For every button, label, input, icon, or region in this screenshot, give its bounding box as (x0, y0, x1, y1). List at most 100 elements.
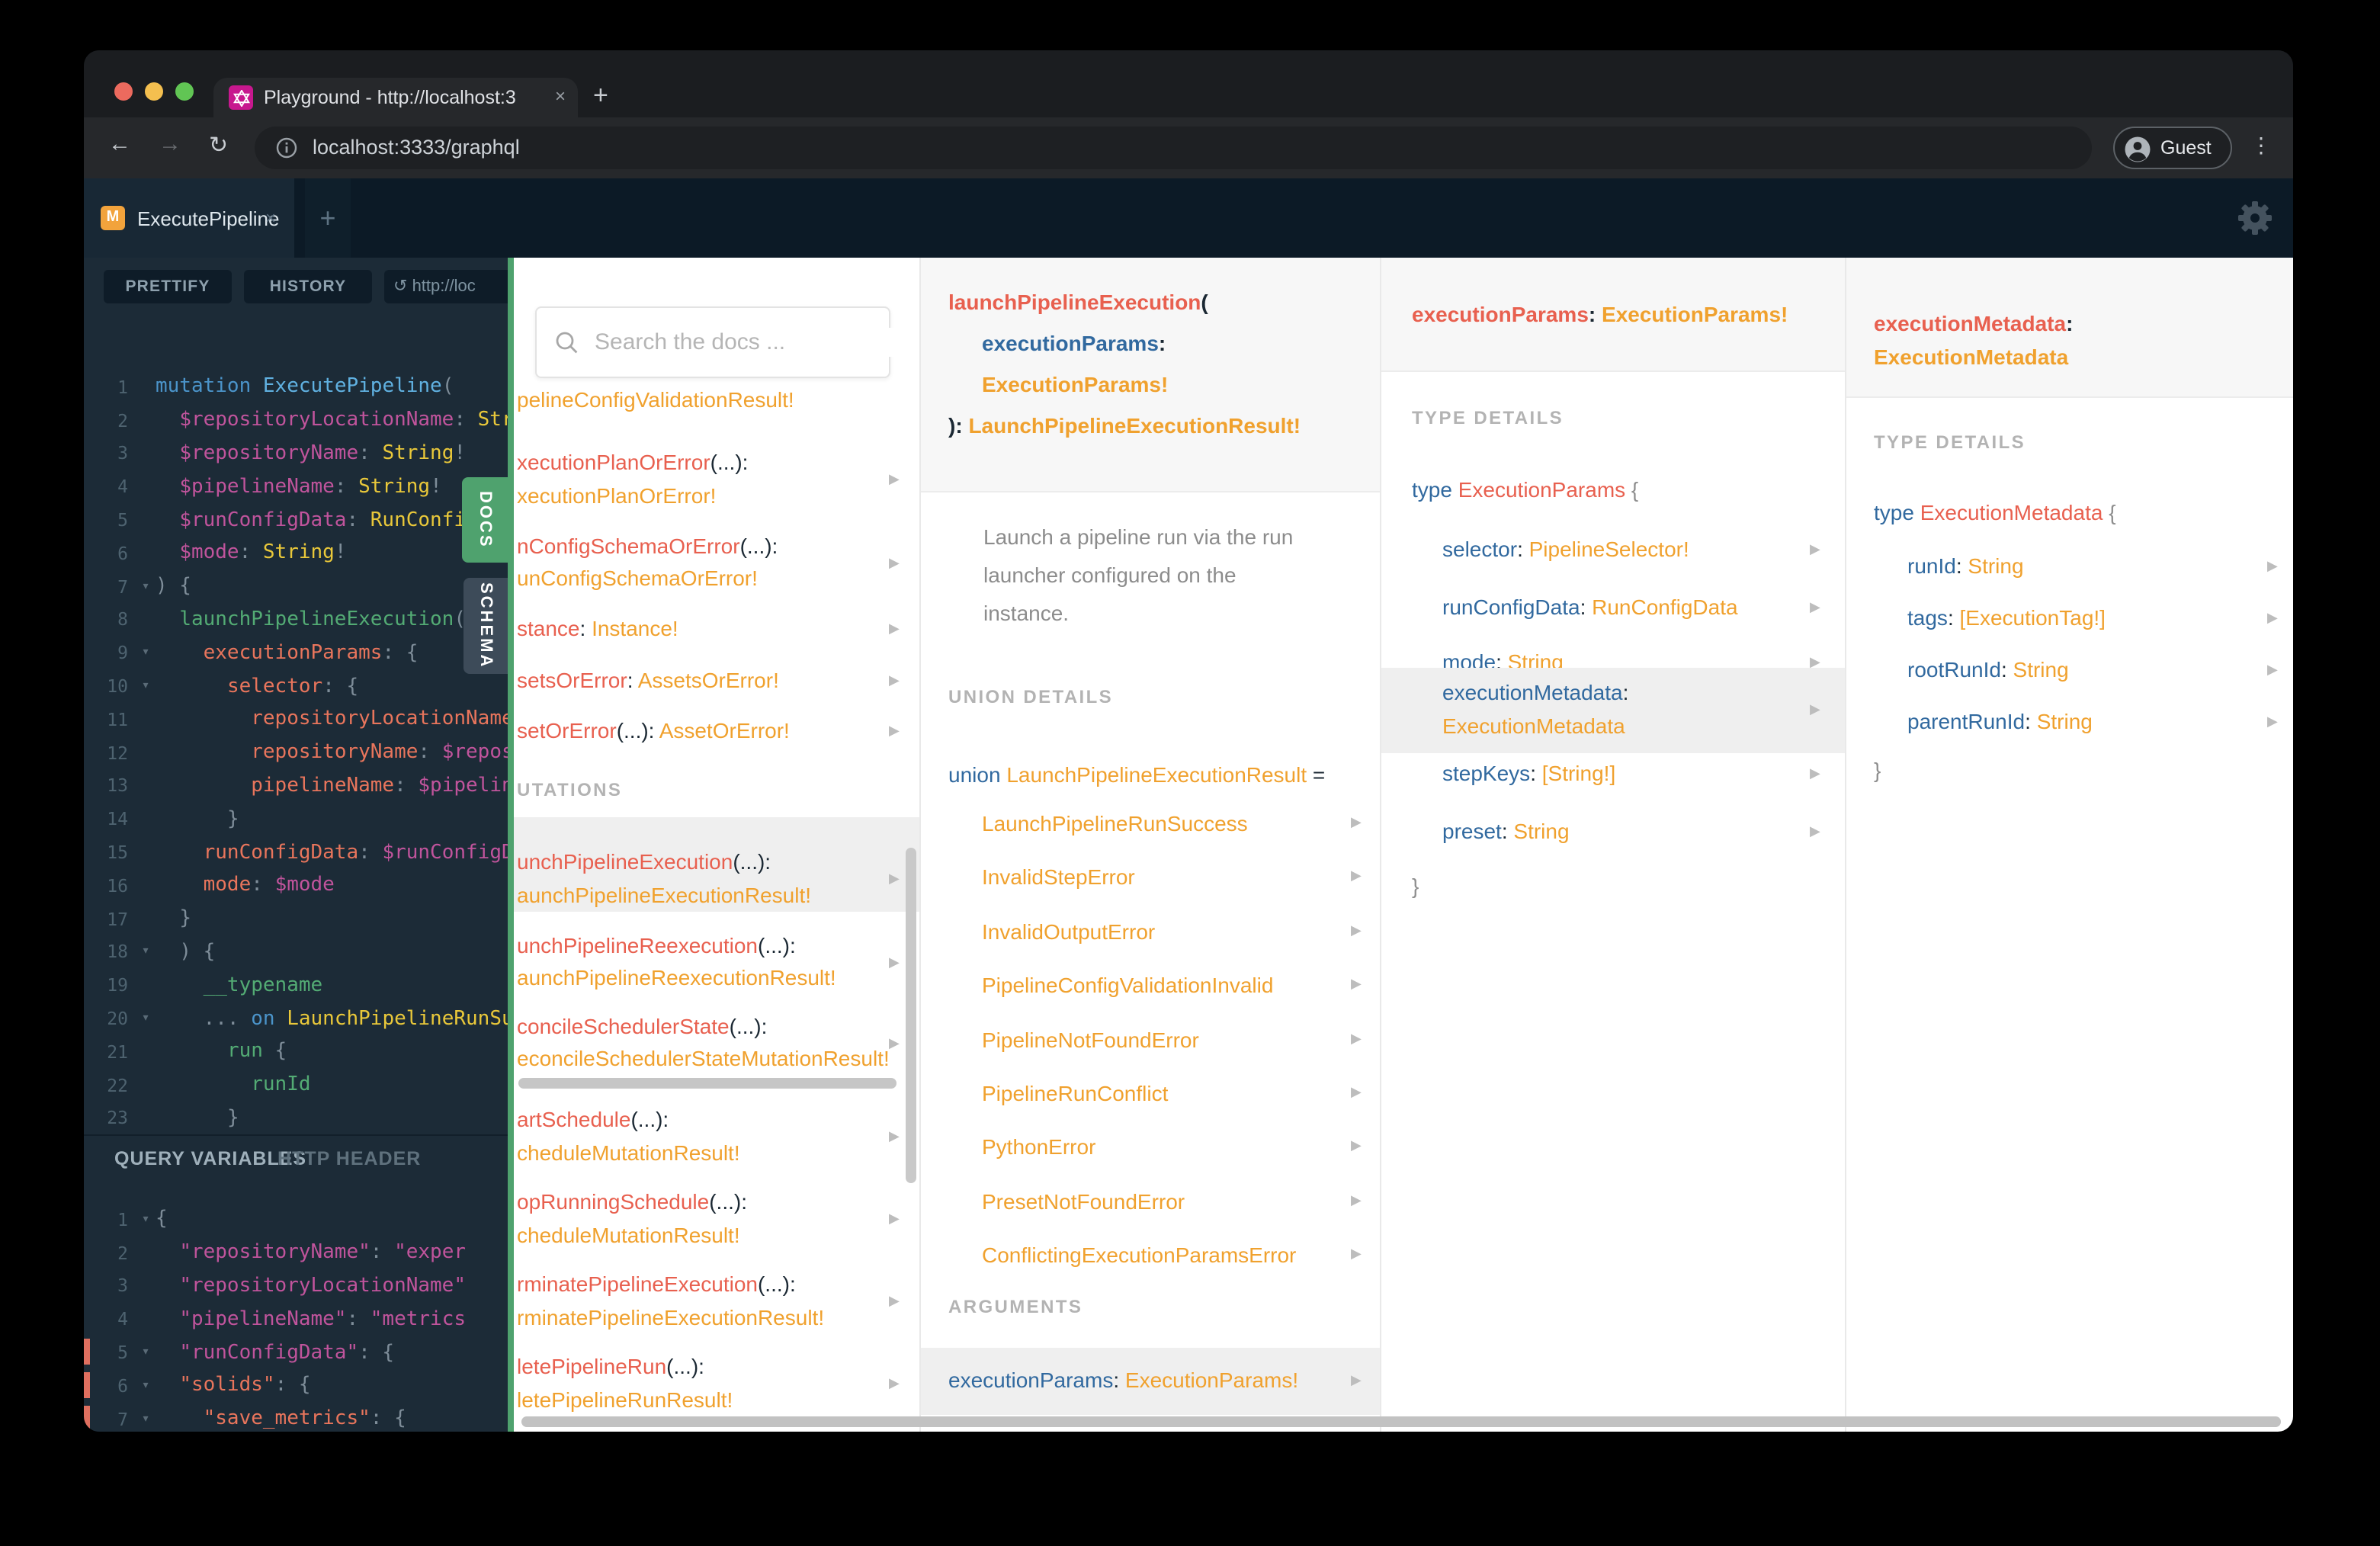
union-member[interactable]: PipelineRunConflict (982, 1078, 1168, 1108)
code-line[interactable]: 3 $repositoryName: String! (84, 437, 508, 470)
tab-docs[interactable]: DOCS (462, 477, 508, 563)
back-button[interactable]: ← (108, 131, 131, 157)
type-field[interactable]: runId: String (1907, 550, 2024, 581)
query-variables-editor[interactable]: 1 ▾{2 "repositoryName": "exper 3 "reposito… (84, 1203, 508, 1432)
settings-gear-icon[interactable] (2238, 201, 2272, 235)
code-line[interactable]: 11 repositoryLocationName: $repositoryLo… (84, 703, 508, 736)
union-member[interactable]: LaunchPipelineRunSuccess (982, 808, 1248, 839)
union-member[interactable]: PresetNotFoundError (982, 1186, 1185, 1217)
history-button[interactable]: HISTORY (244, 270, 372, 303)
endpoint-url-field[interactable]: ↺ http://loc (384, 270, 508, 303)
expand-arrow-icon[interactable]: ▶ (1351, 814, 1362, 831)
code-line[interactable]: 3 "repositoryLocationName" (84, 1269, 508, 1303)
address-bar[interactable]: localhost:3333/graphql (255, 127, 2092, 169)
docs-search-box[interactable] (535, 306, 901, 378)
prettify-button[interactable]: PRETTIFY (104, 270, 232, 303)
expand-arrow-icon[interactable]: ▶ (889, 723, 900, 739)
docs-entry[interactable]: rminatePipelineExecution(...): (517, 1269, 796, 1299)
code-line[interactable]: 7 ▾) { (84, 570, 508, 604)
type-field[interactable]: selector: PipelineSelector! (1442, 534, 1689, 564)
expand-arrow-icon[interactable]: ▶ (2267, 662, 2278, 678)
type-field[interactable]: executionMetadata: (1442, 677, 1628, 707)
inner-horizontal-scrollbar[interactable] (518, 1078, 897, 1089)
zoom-window-button[interactable] (175, 82, 194, 101)
browser-tab[interactable]: Playground - http://localhost:3 × (213, 78, 578, 117)
expand-arrow-icon[interactable]: ▶ (1810, 765, 1820, 782)
docs-entry[interactable]: artSchedule(...): (517, 1104, 669, 1134)
close-window-button[interactable] (114, 82, 133, 101)
code-line[interactable]: 10 ▾ selector: { (84, 669, 508, 703)
type-field[interactable]: stepKeys: [String!] (1442, 758, 1615, 788)
type-field[interactable]: ExecutionMetadata (1442, 710, 1625, 741)
expand-arrow-icon[interactable]: ▶ (889, 1211, 900, 1227)
tab-http-headers[interactable]: HTTP HEADER (277, 1148, 421, 1169)
code-line[interactable]: 17 } (84, 903, 508, 936)
graphql-query-editor[interactable]: 1 mutation ExecutePipeline(2 $repositoryL… (84, 370, 508, 1134)
expand-arrow-icon[interactable]: ▶ (2267, 714, 2278, 730)
expand-arrow-icon[interactable]: ▶ (2267, 558, 2278, 575)
expand-arrow-icon[interactable]: ▶ (1351, 1192, 1362, 1209)
docs-entry[interactable]: letePipelineRunResult! (517, 1384, 733, 1415)
argument-row[interactable]: executionParams: ExecutionParams! (948, 1365, 1298, 1395)
expand-arrow-icon[interactable]: ▶ (889, 1375, 900, 1392)
new-tab-button[interactable]: + (593, 81, 608, 111)
expand-arrow-icon[interactable]: ▶ (1351, 1372, 1362, 1389)
docs-entry[interactable]: cheduleMutationResult! (517, 1220, 740, 1250)
expand-arrow-icon[interactable]: ▶ (1351, 976, 1362, 993)
playground-tab[interactable]: M ExecutePipeline × (84, 178, 294, 258)
docs-entry[interactable]: unConfigSchemaOrError! (517, 563, 758, 593)
tab-schema[interactable]: SCHEMA (463, 578, 508, 674)
profile-button[interactable]: Guest (2113, 127, 2232, 169)
docs-entry[interactable]: nConfigSchemaOrError(...): (517, 531, 778, 561)
docs-entry[interactable]: econcileSchedulerStateMutationResult! (517, 1043, 890, 1073)
expand-arrow-icon[interactable]: ▶ (889, 471, 900, 488)
expand-arrow-icon[interactable]: ▶ (1351, 868, 1362, 885)
type-field[interactable]: runConfigData: RunConfigData (1442, 592, 1738, 622)
union-member[interactable]: InvalidStepError (982, 862, 1135, 893)
code-line[interactable]: 19 __typename (84, 969, 508, 1002)
code-line[interactable]: 13 pipelineName: $pipelineName (84, 769, 508, 803)
code-line[interactable]: 18 ▾ ) { (84, 935, 508, 969)
docs-entry[interactable]: pelineConfigValidationResult! (517, 384, 794, 415)
docs-search-input[interactable] (592, 328, 901, 357)
code-line[interactable]: 16 mode: $mode (84, 869, 508, 903)
expand-arrow-icon[interactable]: ▶ (889, 672, 900, 689)
union-member[interactable]: InvalidOutputError (982, 916, 1155, 947)
code-line[interactable]: 4 "pipelineName": "metrics (84, 1303, 508, 1336)
expand-arrow-icon[interactable]: ▶ (889, 621, 900, 637)
type-field[interactable]: preset: String (1442, 816, 1570, 846)
code-line[interactable]: 14 } (84, 803, 508, 836)
docs-entry[interactable]: letePipelineRun(...): (517, 1351, 704, 1381)
expand-arrow-icon[interactable]: ▶ (1351, 1246, 1362, 1262)
docs-entry[interactable]: unchPipelineReexecution(...): (517, 930, 796, 961)
union-member[interactable]: PipelineConfigValidationInvalid (982, 970, 1273, 1000)
union-member[interactable]: ConflictingExecutionParamsError (982, 1240, 1296, 1270)
docs-entry[interactable]: aunchPipelineExecutionResult! (517, 880, 811, 910)
reload-button[interactable]: ↻ (209, 131, 228, 159)
expand-arrow-icon[interactable]: ▶ (2267, 610, 2278, 627)
expand-arrow-icon[interactable]: ▶ (1810, 599, 1820, 616)
docs-entry[interactable]: xecutionPlanOrError! (517, 480, 716, 511)
code-line[interactable]: 5 ▾ "runConfigData": { (84, 1336, 508, 1369)
expand-arrow-icon[interactable]: ▶ (889, 871, 900, 887)
docs-horizontal-scrollbar[interactable] (521, 1416, 2281, 1427)
forward-button[interactable]: → (159, 131, 181, 157)
code-line[interactable]: 9 ▾ executionParams: { (84, 637, 508, 670)
code-line[interactable]: 12 repositoryName: $repositoryName (84, 736, 508, 770)
expand-arrow-icon[interactable]: ▶ (889, 554, 900, 571)
expand-arrow-icon[interactable]: ▶ (889, 1293, 900, 1310)
docs-entry[interactable]: stance: Instance! (517, 613, 678, 643)
expand-arrow-icon[interactable]: ▶ (889, 1034, 900, 1051)
expand-arrow-icon[interactable]: ▶ (889, 954, 900, 970)
close-tab-icon[interactable]: × (555, 85, 566, 107)
code-line[interactable]: 4 $pipelineName: String! (84, 470, 508, 504)
site-info-icon[interactable] (276, 137, 297, 159)
docs-divider[interactable] (508, 258, 514, 1432)
docs-entry[interactable]: cheduleMutationResult! (517, 1137, 740, 1168)
expand-arrow-icon[interactable]: ▶ (1351, 1084, 1362, 1101)
code-line[interactable]: 1 ▾{ (84, 1203, 508, 1236)
code-line[interactable]: 2 $repositoryLocationName: String! (84, 404, 508, 438)
code-line[interactable]: 6 ▾ "solids": { (84, 1369, 508, 1403)
code-line[interactable]: 15 runConfigData: $runConfigData (84, 836, 508, 869)
expand-arrow-icon[interactable]: ▶ (1351, 1030, 1362, 1047)
